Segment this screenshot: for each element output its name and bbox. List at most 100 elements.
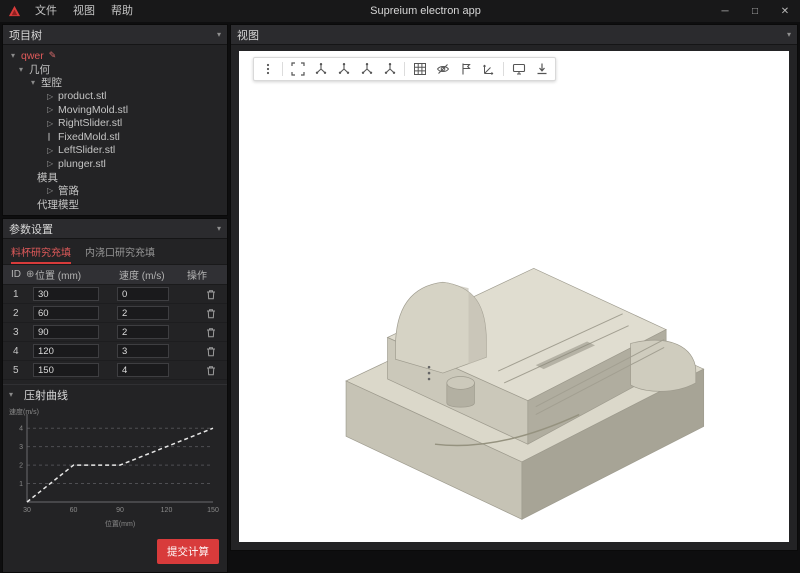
- isometric-view-button[interactable]: [309, 59, 332, 79]
- collapse-chevron-icon[interactable]: ▾: [217, 224, 221, 233]
- position-input[interactable]: [33, 306, 99, 320]
- maximize-icon[interactable]: □: [740, 0, 770, 22]
- chevron-down-icon[interactable]: ▾: [19, 65, 29, 74]
- params-header: 参数设置 ▾: [3, 219, 227, 239]
- titlebar: 文件 视图 帮助 Supreium electron app ─ □ ✕: [0, 0, 800, 22]
- toggle-visibility-icon[interactable]: ▷: [47, 186, 58, 195]
- tree-node-file[interactable]: ▷ LeftSlider.stl: [3, 144, 227, 158]
- params-table-header: ID ⊕ 位置 (mm) 速度 (m/s) 操作: [3, 265, 227, 285]
- eye-off-icon: [436, 62, 450, 76]
- speed-input[interactable]: [117, 287, 169, 301]
- collapse-chevron-icon[interactable]: ▾: [787, 30, 791, 39]
- fit-view-button[interactable]: [286, 59, 309, 79]
- edit-icon[interactable]: ✎: [49, 50, 57, 61]
- table-row: 5: [3, 361, 227, 380]
- toggle-visibility-icon[interactable]: ▷: [47, 119, 58, 128]
- menu-help[interactable]: 帮助: [103, 0, 141, 22]
- download-button[interactable]: [530, 59, 553, 79]
- position-input[interactable]: [33, 325, 99, 339]
- curve-section-header[interactable]: ▾ 压射曲线: [3, 384, 227, 404]
- position-input[interactable]: [33, 344, 99, 358]
- tree-node-geometry[interactable]: ▾ 几何: [3, 63, 227, 77]
- front-view-icon: [337, 62, 351, 76]
- chevron-down-icon[interactable]: ▾: [31, 78, 41, 87]
- tree-node-file[interactable]: ▷ plunger.stl: [3, 157, 227, 171]
- toggle-visibility-icon[interactable]: ▷: [47, 146, 58, 155]
- params-title: 参数设置: [9, 221, 53, 237]
- delete-row-button[interactable]: [195, 327, 227, 338]
- toggle-visibility-icon[interactable]: ▷: [47, 105, 58, 114]
- view-toolbar: [253, 57, 556, 81]
- table-row: 1: [3, 285, 227, 304]
- position-input[interactable]: [33, 363, 99, 377]
- tree-node-file[interactable]: ∥ FixedMold.stl: [3, 130, 227, 144]
- tree-node-root[interactable]: ▾ qwer ✎: [3, 49, 227, 63]
- delete-row-button[interactable]: [195, 289, 227, 300]
- params-tabs: 料杯研究充填 内浇口研究充填: [3, 239, 227, 265]
- hide-model-button[interactable]: [431, 59, 454, 79]
- project-tree-title: 项目树: [9, 27, 42, 43]
- close-icon[interactable]: ✕: [770, 0, 800, 22]
- top-view-icon: [360, 62, 374, 76]
- line-chart: 1234306090120150速度(m/s)位置(mm): [7, 406, 221, 528]
- toggle-visibility-icon[interactable]: ▷: [47, 92, 58, 101]
- tree-node-label: 代理模型: [37, 197, 79, 212]
- trash-icon: [206, 308, 216, 319]
- col-action-label: 操作: [185, 267, 227, 282]
- axes-toggle-button[interactable]: [477, 59, 500, 79]
- position-input[interactable]: [33, 287, 99, 301]
- toolbar-separator: [404, 62, 405, 76]
- menu-file[interactable]: 文件: [27, 0, 65, 22]
- delete-row-button[interactable]: [195, 365, 227, 376]
- delete-row-button[interactable]: [195, 308, 227, 319]
- menu-view[interactable]: 视图: [65, 0, 103, 22]
- screenshot-button[interactable]: [507, 59, 530, 79]
- tree-node-cavity[interactable]: ▾ 型腔: [3, 76, 227, 90]
- speed-input[interactable]: [117, 306, 169, 320]
- 3d-canvas[interactable]: [239, 51, 789, 542]
- col-position-label: 位置 (mm): [33, 267, 117, 282]
- tree-node-proxy[interactable]: 代理模型: [3, 198, 227, 212]
- pause-icon[interactable]: ∥: [47, 132, 58, 141]
- row-id: 1: [7, 289, 33, 300]
- tree-node-mold[interactable]: 模具: [3, 171, 227, 185]
- monitor-icon: [512, 62, 526, 76]
- toolbar-separator: [282, 62, 283, 76]
- tab-gate-fill-study[interactable]: 内浇口研究充填: [85, 244, 155, 264]
- axes-icon: [482, 62, 496, 76]
- tab-cup-fill-study[interactable]: 料杯研究充填: [11, 244, 71, 264]
- side-view-button[interactable]: [378, 59, 401, 79]
- svg-text:150: 150: [207, 507, 219, 514]
- front-view-button[interactable]: [332, 59, 355, 79]
- fit-view-icon: [291, 62, 305, 76]
- row-id: 5: [7, 365, 33, 376]
- row-id: 4: [7, 346, 33, 357]
- trash-icon: [206, 289, 216, 300]
- tree-node-label: LeftSlider.stl: [58, 144, 115, 156]
- grid-icon: [413, 62, 427, 76]
- minimize-icon[interactable]: ─: [710, 0, 740, 22]
- toggle-visibility-icon[interactable]: ▷: [47, 159, 58, 168]
- isometric-view-icon: [314, 62, 328, 76]
- speed-input[interactable]: [117, 325, 169, 339]
- grid-toggle-button[interactable]: [408, 59, 431, 79]
- tree-node-file[interactable]: ▷ RightSlider.stl: [3, 117, 227, 131]
- tree-node-file[interactable]: ▷ product.stl: [3, 90, 227, 104]
- top-view-button[interactable]: [355, 59, 378, 79]
- more-options-button[interactable]: [256, 59, 279, 79]
- speed-input[interactable]: [117, 363, 169, 377]
- viewport-header: 视图 ▾: [231, 25, 797, 45]
- submit-calculation-button[interactable]: 提交计算: [157, 539, 219, 564]
- row-id: 2: [7, 308, 33, 319]
- tree-node-piping[interactable]: ▷ 管路: [3, 184, 227, 198]
- app-logo-icon: [8, 5, 21, 18]
- collapse-chevron-icon[interactable]: ▾: [217, 30, 221, 39]
- measure-button[interactable]: [454, 59, 477, 79]
- speed-input[interactable]: [117, 344, 169, 358]
- table-row: 4: [3, 342, 227, 361]
- project-tree-panel: 项目树 ▾ ▾ qwer ✎ ▾ 几何 ▾ 型腔 ▷: [2, 24, 228, 216]
- delete-row-button[interactable]: [195, 346, 227, 357]
- tree-node-file[interactable]: ▷ MovingMold.stl: [3, 103, 227, 117]
- chevron-down-icon[interactable]: ▾: [11, 51, 21, 60]
- chevron-down-icon[interactable]: ▾: [9, 390, 19, 399]
